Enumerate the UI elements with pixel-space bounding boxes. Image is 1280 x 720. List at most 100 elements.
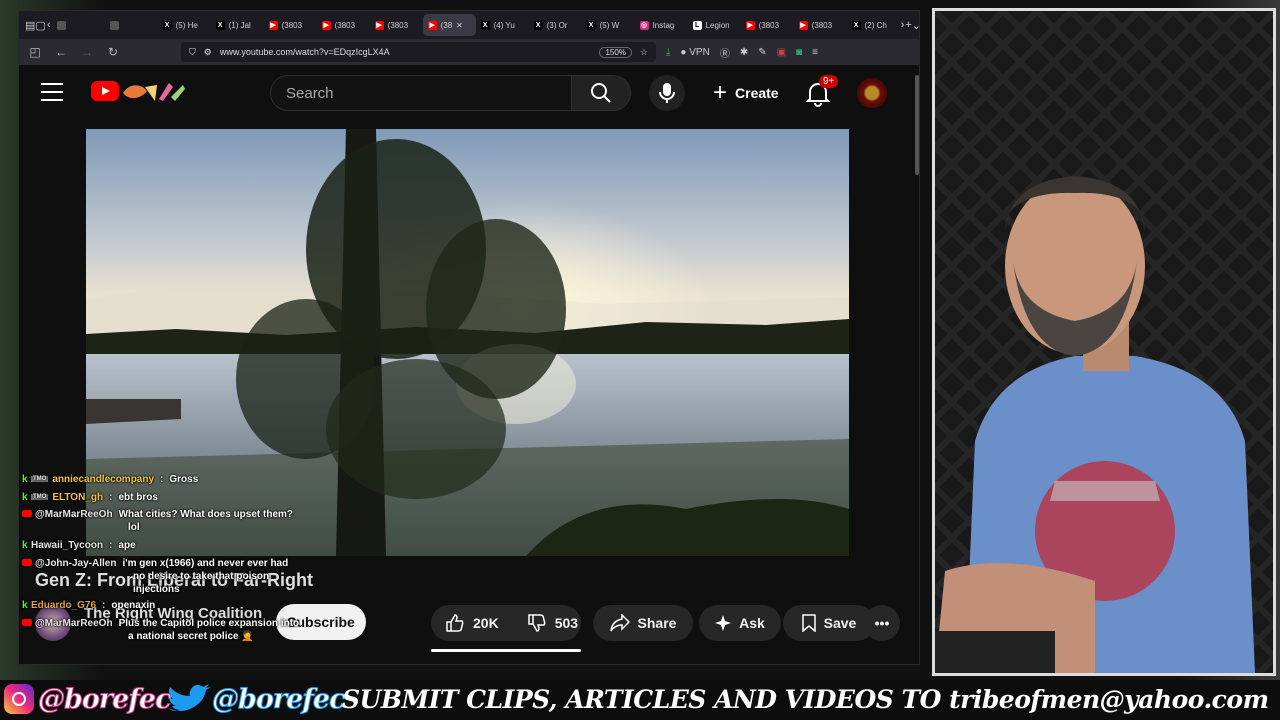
tab-label: Instag [652,20,675,30]
browser-tab[interactable]: ▶ (3803 [794,14,847,36]
chat-username: @John-Jay-Allen [35,558,117,569]
thumbs-up-icon [446,614,464,632]
webcam-feed [932,8,1276,676]
hamburger-menu-icon[interactable] [41,83,63,101]
bookmark-star-icon[interactable]: ☆ [640,47,648,58]
browser-tab[interactable]: X (1) Jal [211,14,264,36]
tmo-badge: TMO [31,494,49,501]
shield-icon[interactable]: ⛉ [189,47,196,58]
page-scrollbar[interactable] [915,75,919,175]
account-avatar[interactable] [857,78,887,108]
l-favicon-icon: L [692,20,702,30]
tab-dropdown-icon[interactable]: ⌄ [912,14,919,36]
thumbs-down-icon [527,614,546,632]
browser-tab[interactable]: ▶ (3803 [317,14,370,36]
kick-icon: k [22,474,28,485]
back-button[interactable]: ← [53,45,69,59]
kick-icon: k [22,540,28,551]
x-favicon-icon: X [533,20,543,30]
microphone-icon [659,83,675,103]
browser-tab[interactable]: X (3) Or [529,14,582,36]
x-favicon-icon: X [162,20,172,30]
chat-text-continued: a national secret police 🤦 [128,631,254,642]
ask-label: Ask [739,615,765,631]
youtube-favicon-icon: ▶ [268,20,278,30]
chat-text: openaxin [111,600,156,611]
dislike-count: 503 [554,615,579,631]
browser-tab[interactable]: X (2) Ch [847,14,900,36]
extension-badge-icon[interactable]: ▣ [777,47,786,58]
chat-message: @MarMarReeOh What cities? What does upset… [22,509,293,520]
tab-label: (38 [440,20,453,30]
browser-tab[interactable]: ▶ (3803 [741,14,794,36]
save-button[interactable]: Save [783,605,875,641]
more-actions-icon[interactable]: ••• [864,605,900,641]
browser-tab[interactable]: ▶ (38 ✕ [422,14,476,36]
extension-r-icon[interactable]: Ⓡ [720,45,730,60]
download-icon[interactable]: ⤓ [666,47,670,58]
tab-label: Legion [705,20,730,30]
chat-message: k TMO ELTON_gh: ebt bros [22,492,158,503]
chat-username: @MarMarReeOh [35,618,113,629]
url-field[interactable]: ⛉ ⚙ www.youtube.com/watch?v=EDqzIcgLX4A … [181,42,656,62]
kick-icon: k [22,600,28,611]
vpn-button[interactable]: ● VPN [680,47,709,58]
like-button[interactable]: 20K [431,605,513,641]
browser-tab[interactable]: ▶ (3803 [264,14,317,36]
tab-label: (5) He [175,20,198,30]
browser-tab[interactable] [52,14,105,36]
chat-message: @MarMarReeOh Plus the Capitol police expa… [22,618,299,629]
chat-text-continued: injections [133,584,180,595]
like-count: 20K [473,615,499,631]
tab-label: (5) W [599,20,620,30]
close-tab-icon[interactable]: ✕ [456,21,463,30]
permissions-icon[interactable]: ⚙ [204,47,212,58]
browser-tab[interactable]: ▶ (3803 [370,14,423,36]
zoom-indicator[interactable]: 150% [599,46,632,58]
twitter-handle: @borefec [212,684,347,716]
menu-icon[interactable]: ≡ [812,47,818,58]
ask-button[interactable]: Ask [699,605,781,641]
browser-tab[interactable]: L Legion [688,14,741,36]
notification-count-badge: 9+ [819,75,839,88]
share-button[interactable]: Share [593,605,693,641]
masthead: Search + Create 9+ [19,65,919,121]
youtube-logo[interactable] [91,81,119,101]
instagram-icon [4,684,34,714]
browser-tab[interactable]: X (5) He [158,14,211,36]
search-button[interactable] [571,75,631,111]
sidebar-icon[interactable]: ◰ [27,45,43,59]
voice-search-button[interactable] [649,75,685,111]
x-favicon-icon: X [586,20,596,30]
stream-chat-overlay: k TMO anniecandlecompany: Gross k TMO ELTON_g… [22,472,322,652]
sidebar-toggle-icon[interactable]: ▢ [35,14,45,36]
chat-text: : [109,540,113,551]
youtube-favicon-icon: ▶ [427,20,437,30]
browser-tab[interactable]: X (4) Yu [476,14,529,36]
save-label: Save [823,615,857,631]
chat-text: ebt bros [118,492,158,503]
youtube-doodle-icon[interactable] [121,79,187,105]
browser-tab[interactable] [105,14,158,36]
tab-list-icon[interactable]: ▤ [25,14,35,36]
reload-button[interactable]: ↻ [105,45,121,59]
create-button[interactable]: + Create [699,75,793,111]
browser-tab[interactable]: X (5) W [582,14,635,36]
browser-tab[interactable]: ◎ Instag [635,14,688,36]
tmo-badge: TMO [31,476,49,483]
instagram-favicon-icon: ◎ [639,20,649,30]
x-favicon-icon: X [480,20,490,30]
chat-text: What cities? What does upset them? [118,509,294,520]
url-text: www.youtube.com/watch?v=EDqzIcgLX4A [219,47,390,57]
extension-green-icon[interactable]: ◙ [796,47,802,58]
dislike-button[interactable]: 503 [513,605,592,641]
extensions-icon[interactable]: ✱ [740,47,748,58]
forward-button[interactable]: → [79,45,95,59]
chat-text-continued: lol [128,522,140,533]
extension-icon[interactable]: ✎ [758,47,766,58]
webcam-person-image [935,11,1273,673]
tab-label: (2) Ch [864,20,887,30]
chat-username: ELTON_gh [52,492,104,503]
tab-label: (3803 [334,20,356,30]
search-input[interactable]: Search [270,75,572,111]
